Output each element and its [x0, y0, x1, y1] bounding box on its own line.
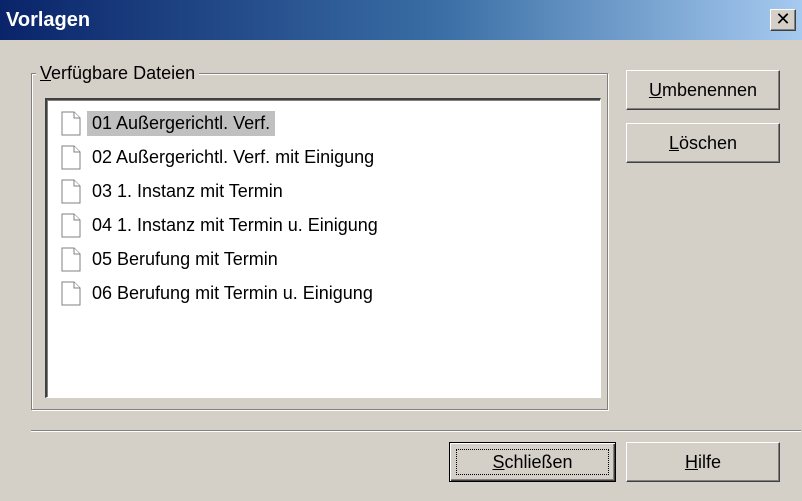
close-button[interactable]: Schließen — [449, 442, 616, 482]
document-icon — [61, 111, 81, 136]
document-icon — [61, 179, 81, 204]
close-icon: ✕ — [775, 9, 791, 29]
list-item[interactable]: 05 Berufung mit Termin — [61, 243, 283, 275]
file-name: 01 Außergerichtl. Verf. — [87, 110, 276, 136]
list-item[interactable]: 03 1. Instanz mit Termin — [61, 175, 288, 207]
document-icon — [61, 213, 81, 238]
file-name: 05 Berufung mit Termin — [92, 248, 278, 269]
file-listbox[interactable]: 01 Außergerichtl. Verf. 02 Außergerichtl… — [45, 98, 601, 398]
document-icon — [61, 247, 81, 272]
window-title: Vorlagen — [6, 9, 91, 31]
file-name: 03 1. Instanz mit Termin — [92, 180, 283, 201]
rename-button[interactable]: Umbenennen — [626, 70, 780, 110]
list-item[interactable]: 02 Außergerichtl. Verf. mit Einigung — [61, 141, 379, 173]
document-icon — [61, 145, 81, 170]
file-name: 06 Berufung mit Termin u. Einigung — [92, 282, 373, 303]
title-bar: Vorlagen ✕ — [0, 0, 802, 40]
file-name: 04 1. Instanz mit Termin u. Einigung — [92, 214, 378, 235]
help-button[interactable]: Hilfe — [626, 442, 780, 482]
list-item[interactable]: 06 Berufung mit Termin u. Einigung — [61, 277, 378, 309]
document-icon — [61, 281, 81, 306]
close-window-button[interactable]: ✕ — [770, 9, 796, 31]
list-item[interactable]: 04 1. Instanz mit Termin u. Einigung — [61, 209, 383, 241]
available-files-label: Verfügbare Dateien — [36, 63, 200, 84]
delete-button[interactable]: Löschen — [626, 123, 780, 163]
list-item[interactable]: 01 Außergerichtl. Verf. — [61, 107, 276, 139]
file-name: 02 Außergerichtl. Verf. mit Einigung — [92, 146, 375, 167]
separator — [31, 430, 801, 432]
